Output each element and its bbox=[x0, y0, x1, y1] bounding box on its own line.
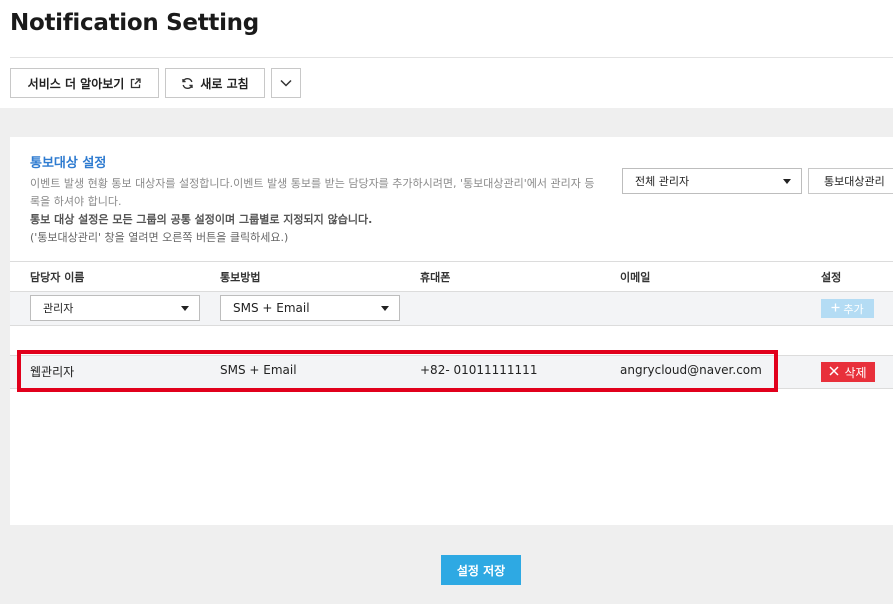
caret-down-icon bbox=[783, 179, 791, 184]
refresh-icon bbox=[181, 77, 194, 90]
learn-more-label: 서비스 더 알아보기 bbox=[27, 76, 125, 91]
method-value: SMS + Email bbox=[233, 301, 310, 315]
close-icon bbox=[829, 365, 839, 379]
add-button[interactable]: 추가 bbox=[821, 299, 874, 318]
plus-icon bbox=[831, 302, 840, 315]
admin-name-value: 관리자 bbox=[43, 302, 74, 315]
add-label: 추가 bbox=[843, 302, 864, 316]
learn-more-button[interactable]: 서비스 더 알아보기 bbox=[10, 68, 159, 98]
column-header-email: 이메일 bbox=[620, 271, 651, 284]
admin-filter-select[interactable]: 전체 관리자 bbox=[622, 168, 802, 194]
description-line: ('통보대상관리' 창을 열려면 오른쪽 버튼을 클릭하세요.) bbox=[30, 231, 289, 244]
title-divider bbox=[10, 57, 893, 58]
input-row-divider bbox=[10, 325, 893, 326]
delete-label: 삭제 bbox=[844, 365, 867, 380]
section-title: 통보대상 설정 bbox=[30, 156, 107, 171]
external-link-icon bbox=[130, 77, 141, 89]
highlight-box bbox=[17, 350, 778, 392]
description-line: 록을 하셔야 합니다. bbox=[30, 195, 122, 208]
admin-name-select[interactable]: 관리자 bbox=[30, 295, 200, 321]
column-header-phone: 휴대폰 bbox=[420, 271, 451, 284]
admin-filter-value: 전체 관리자 bbox=[635, 175, 690, 188]
manage-targets-button[interactable]: 통보대상관리 bbox=[808, 168, 893, 194]
column-header-name: 담당자 이름 bbox=[30, 271, 85, 284]
description-line: 통보 대상 설정은 모든 그룹의 공통 설정이며 그룹별로 지정되지 않습니다. bbox=[30, 213, 373, 226]
column-header-settings: 설정 bbox=[821, 271, 842, 284]
delete-button[interactable]: 삭제 bbox=[821, 362, 875, 382]
save-label: 설정 저장 bbox=[456, 563, 506, 578]
save-settings-button[interactable]: 설정 저장 bbox=[441, 555, 521, 585]
page-title: Notification Setting bbox=[10, 10, 259, 36]
refresh-button[interactable]: 새로 고침 bbox=[165, 68, 265, 98]
more-options-button[interactable] bbox=[271, 68, 301, 98]
caret-down-icon bbox=[181, 306, 189, 311]
section-description: 이벤트 발생 현황 통보 대상자를 설정합니다.이벤트 발생 통보를 받는 담당… bbox=[30, 175, 605, 247]
method-select[interactable]: SMS + Email bbox=[220, 295, 400, 321]
refresh-label: 새로 고침 bbox=[200, 76, 249, 91]
table-top-divider bbox=[10, 261, 893, 262]
caret-down-icon bbox=[381, 306, 389, 311]
description-line: 이벤트 발생 현황 통보 대상자를 설정합니다.이벤트 발생 통보를 받는 담당… bbox=[30, 177, 595, 190]
column-header-method: 통보방법 bbox=[220, 271, 261, 284]
chevron-down-icon bbox=[280, 79, 292, 87]
manage-targets-label: 통보대상관리 bbox=[824, 175, 885, 188]
